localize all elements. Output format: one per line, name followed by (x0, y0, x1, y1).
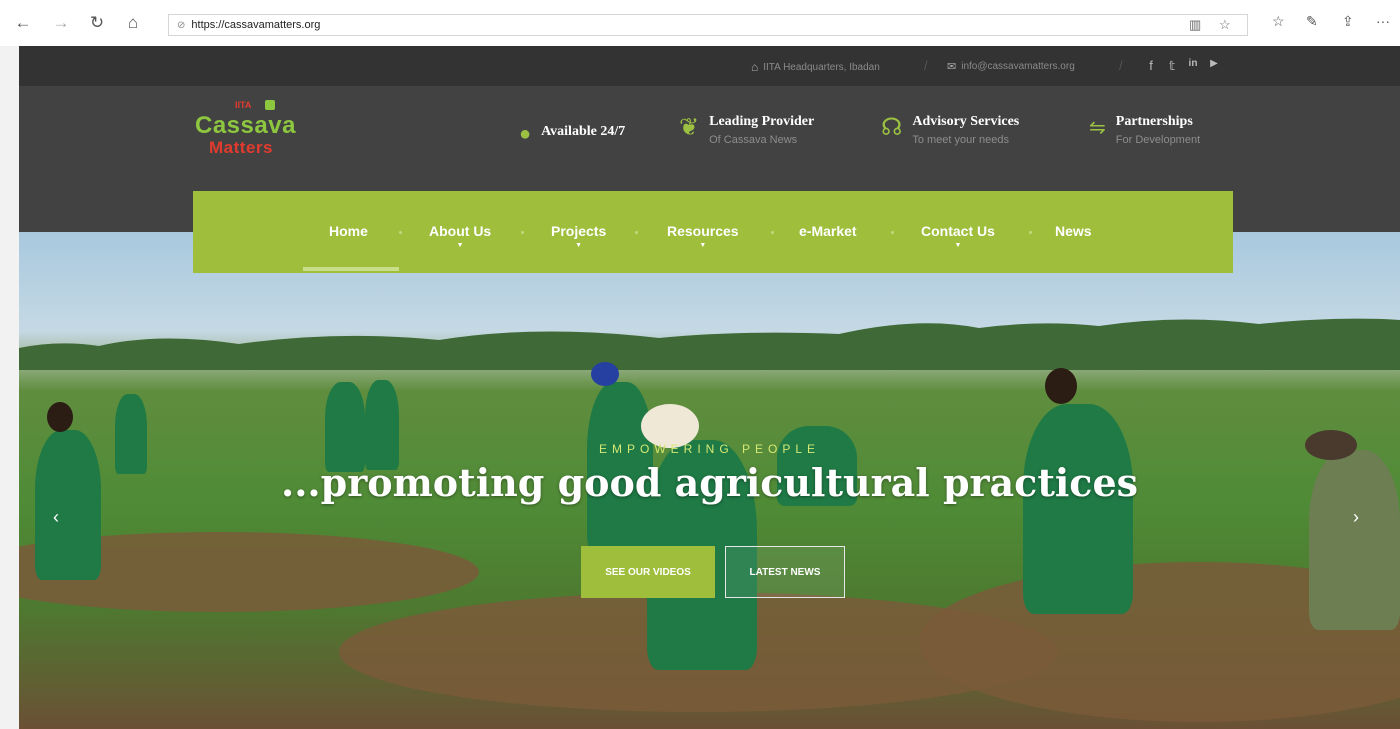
feature-partnerships: ⇋ Partnerships For Development (1089, 114, 1200, 146)
nav-separator (635, 231, 638, 234)
nav-separator (891, 231, 894, 234)
nav-separator (521, 231, 524, 234)
farmer-head (47, 402, 73, 432)
clock-icon: ● (519, 123, 532, 145)
linkedin-icon[interactable]: in (1187, 58, 1199, 74)
email-info[interactable]: ✉ info@cassavamatters.org (947, 60, 1075, 73)
favorites-hub-icon[interactable]: ☆ (1272, 13, 1285, 30)
nav-label: Projects (551, 223, 607, 239)
see-our-videos-button[interactable]: SEE OUR VIDEOS (581, 546, 715, 598)
site-logo[interactable]: IITA Cassava Matters (195, 100, 315, 170)
slider-next-icon[interactable]: › (1353, 507, 1359, 528)
caret-down-icon: ▼ (575, 242, 583, 249)
reading-view-icon[interactable]: ▥ (1189, 17, 1201, 33)
feature-subtitle: For Development (1115, 134, 1201, 146)
farmer-head (1045, 368, 1077, 404)
twitter-icon[interactable]: 𝕥 (1166, 58, 1178, 74)
treeline-graphic (19, 318, 1400, 370)
nav-contact-us[interactable]: Contact Us ▼ (921, 223, 995, 249)
feature-title: Available 24/7 (541, 124, 626, 139)
logo-org: IITA (235, 100, 252, 110)
hero-slider: ‹ › EMPOWERING PEOPLE ...promoting good … (19, 232, 1400, 729)
nav-label: Contact Us (921, 223, 995, 239)
feature-subtitle: To meet your needs (912, 134, 1009, 146)
caret-down-icon: ▼ (699, 242, 707, 249)
divider: / (1119, 58, 1123, 73)
left-gutter (0, 46, 19, 729)
location-info: ⌂ IITA Headquarters, Ibadan (751, 60, 880, 74)
farmer-figure (1023, 404, 1133, 614)
browser-toolbar: ← → ↻ ⌂ ⊘ https://cassavamatters.org ▥ ☆… (0, 0, 1400, 46)
farmer-figure (365, 380, 399, 470)
nav-label: e-Market (799, 223, 857, 239)
address-bar[interactable]: ⊘ https://cassavamatters.org ▥ ☆ (168, 14, 1248, 36)
feature-title: Advisory Services (912, 114, 1020, 129)
divider: / (924, 58, 928, 73)
location-text: IITA Headquarters, Ibadan (763, 61, 880, 73)
nav-projects[interactable]: Projects ▼ (551, 223, 606, 249)
handshake-icon: ⇋ (1089, 117, 1106, 139)
hero-kicker: EMPOWERING PEOPLE (598, 442, 821, 456)
email-text[interactable]: info@cassavamatters.org (961, 61, 1075, 72)
active-indicator (303, 267, 399, 271)
envelope-icon: ✉ (947, 61, 957, 73)
feature-title: Leading Provider (709, 114, 815, 129)
nav-home[interactable]: Home (329, 223, 368, 239)
logo-line2: Matters (209, 138, 273, 157)
latest-news-button[interactable]: LATEST NEWS (725, 546, 845, 598)
hero-headline: ...promoting good agricultural practices (280, 460, 1139, 505)
social-links: f 𝕥 in ▶ (1145, 58, 1220, 74)
feature-available: ● Available 24/7 (519, 124, 625, 144)
logo-mark-icon (265, 100, 275, 110)
farmer-figure (325, 382, 365, 472)
home-button[interactable]: ⌂ (122, 12, 144, 34)
forward-button[interactable]: → (50, 12, 72, 34)
slider-prev-icon[interactable]: ‹ (53, 507, 59, 528)
nav-e-market[interactable]: e-Market (799, 223, 857, 239)
web-page: ⌂ IITA Headquarters, Ibadan / ✉ info@cas… (19, 46, 1400, 729)
web-notes-icon[interactable]: ✎ (1306, 13, 1318, 30)
nav-separator (399, 231, 402, 234)
facebook-icon[interactable]: f (1145, 58, 1157, 74)
share-icon[interactable]: ⇪ (1342, 13, 1354, 30)
feature-advisory: ☊ Advisory Services To meet your needs (881, 114, 1019, 146)
youtube-icon[interactable]: ▶ (1208, 58, 1220, 74)
nav-label: Home (329, 223, 368, 239)
refresh-button[interactable]: ↻ (86, 12, 108, 34)
back-button[interactable]: ← (12, 12, 34, 34)
nav-separator (771, 231, 774, 234)
url-text: https://cassavamatters.org (191, 19, 321, 31)
farmer-head (591, 362, 619, 386)
site-info-icon[interactable]: ⊘ (177, 20, 185, 31)
caret-down-icon: ▼ (954, 242, 962, 249)
favorite-star-icon[interactable]: ☆ (1219, 17, 1231, 33)
more-menu-icon[interactable]: ··· (1376, 13, 1390, 29)
nav-separator (1029, 231, 1032, 234)
nav-label: News (1055, 223, 1092, 239)
feature-leading-provider: ❦ Leading Provider Of Cassava News (679, 114, 814, 146)
nav-label: Resources (667, 223, 739, 239)
feature-subtitle: Of Cassava News (709, 134, 798, 146)
nav-about-us[interactable]: About Us ▼ (429, 223, 491, 249)
logo-line1: Cassava (195, 112, 296, 139)
caret-down-icon: ▼ (456, 242, 464, 249)
leaf-icon: ❦ (679, 114, 700, 141)
home-icon: ⌂ (751, 60, 759, 74)
top-info-bar: ⌂ IITA Headquarters, Ibadan / ✉ info@cas… (19, 46, 1400, 86)
nav-news[interactable]: News (1055, 223, 1092, 239)
headset-icon: ☊ (881, 114, 903, 141)
feature-title: Partnerships (1115, 114, 1193, 129)
nav-resources[interactable]: Resources ▼ (667, 223, 739, 249)
nav-label: About Us (429, 223, 492, 239)
main-navigation: Home About Us ▼ Projects ▼ Resources ▼ e-Ma… (193, 191, 1233, 273)
